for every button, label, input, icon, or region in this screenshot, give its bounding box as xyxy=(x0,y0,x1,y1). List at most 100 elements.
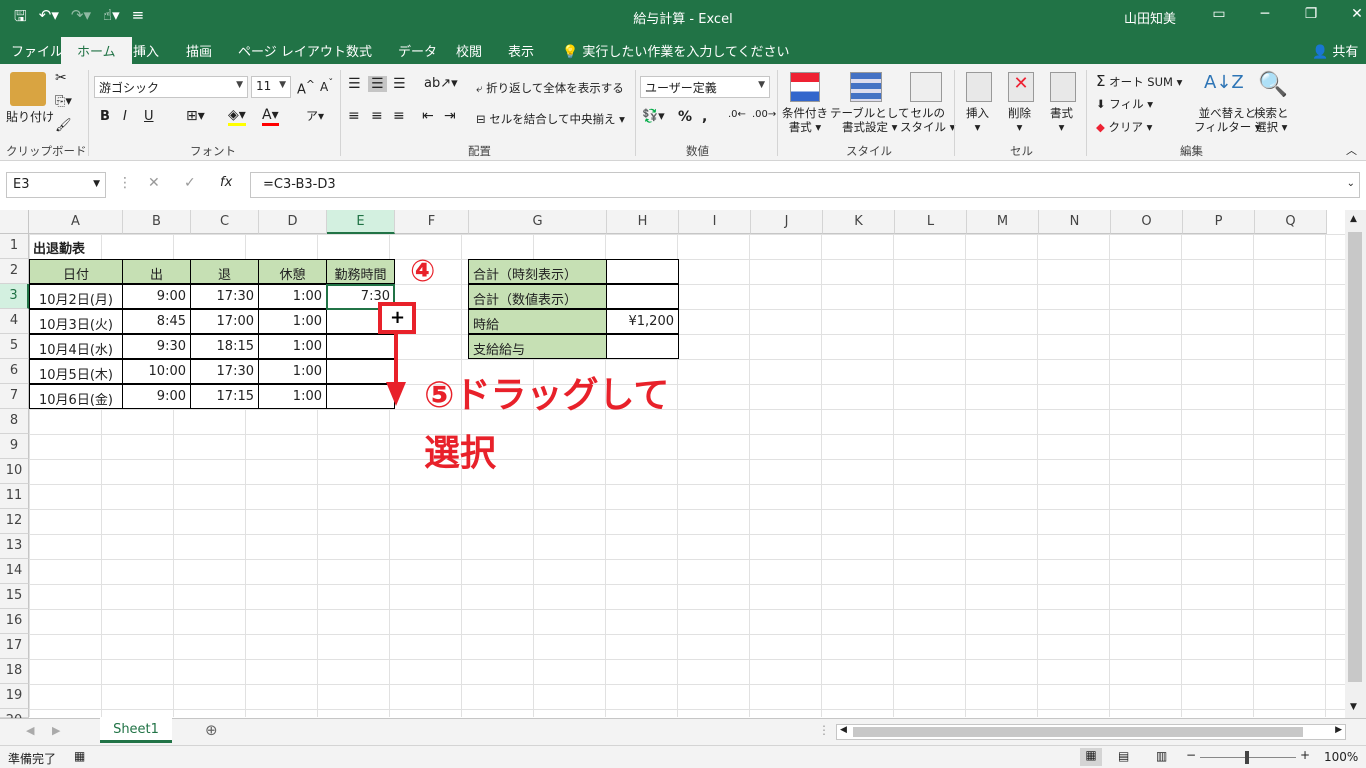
time-cell[interactable]: 17:30 xyxy=(190,359,259,384)
share-button[interactable]: 👤 共有 xyxy=(1312,41,1358,60)
fill-button[interactable]: ⬇ フィル ▾ xyxy=(1096,96,1153,112)
conditional-formatting-button[interactable]: 条件付き 書式 ▾ xyxy=(782,106,828,134)
time-cell[interactable]: 17:30 xyxy=(190,284,259,309)
row-header-13[interactable]: 13 xyxy=(0,534,29,559)
collapse-ribbon-icon[interactable]: ︿ xyxy=(1346,142,1357,158)
tab-insert[interactable]: 挿入 xyxy=(133,41,159,60)
align-bottom-icon[interactable]: ☰ xyxy=(393,76,406,92)
bold-button[interactable]: B xyxy=(100,109,110,124)
font-size-combo[interactable]: 11 ▼ xyxy=(251,76,291,98)
summary-label[interactable]: 合計（数値表示） xyxy=(468,284,607,309)
tab-page-layout[interactable]: ページ レイアウト xyxy=(238,41,346,60)
font-color-icon[interactable]: A▾ xyxy=(262,107,279,126)
font-name-combo[interactable]: 游ゴシック ▼ xyxy=(94,76,248,98)
row-header-12[interactable]: 12 xyxy=(0,509,29,534)
column-header-e[interactable]: E xyxy=(327,210,395,234)
tab-draw[interactable]: 描画 xyxy=(186,41,212,60)
date-cell[interactable]: 10月2日(月) xyxy=(29,284,123,309)
tab-home[interactable]: ホーム xyxy=(61,37,132,64)
zoom-level[interactable]: 100% xyxy=(1324,750,1358,764)
increase-decimal-icon[interactable]: .0← xyxy=(728,109,746,120)
time-cell[interactable]: 1:00 xyxy=(258,359,327,384)
time-cell[interactable] xyxy=(326,359,395,384)
row-header-19[interactable]: 19 xyxy=(0,684,29,709)
summary-value[interactable]: ¥1,200 xyxy=(606,309,679,334)
currency-icon[interactable]: 💱▾ xyxy=(642,109,665,124)
date-cell[interactable]: 10月6日(金) xyxy=(29,384,123,409)
comma-button[interactable]: , xyxy=(702,109,707,125)
cut-icon[interactable]: ✂ xyxy=(55,70,67,86)
normal-view-icon[interactable]: ▦ xyxy=(1080,748,1102,766)
row-header-15[interactable]: 15 xyxy=(0,584,29,609)
select-all-button[interactable] xyxy=(0,210,29,234)
wrap-text-button[interactable]: ⤶ 折り返して全体を表示する xyxy=(476,80,624,96)
delete-cells-button[interactable]: 削除 ▾ xyxy=(1008,106,1031,134)
paste-icon[interactable] xyxy=(10,72,46,106)
decrease-indent-icon[interactable]: ⇤ xyxy=(422,108,434,124)
zoom-slider-thumb[interactable] xyxy=(1245,751,1249,764)
zoom-out-icon[interactable]: − xyxy=(1186,748,1196,762)
row-header-7[interactable]: 7 xyxy=(0,384,29,409)
summary-value[interactable] xyxy=(606,284,679,309)
row-header-16[interactable]: 16 xyxy=(0,609,29,634)
time-cell[interactable]: 1:00 xyxy=(258,384,327,409)
row-header-1[interactable]: 1 xyxy=(0,234,29,259)
time-cell[interactable]: 9:00 xyxy=(122,384,191,409)
user-name[interactable]: 山田知美 xyxy=(1124,8,1176,27)
row-header-14[interactable]: 14 xyxy=(0,559,29,584)
time-cell[interactable]: 1:00 xyxy=(258,309,327,334)
next-sheet-icon[interactable]: ▶ xyxy=(52,724,60,737)
row-header-3[interactable]: 3 xyxy=(0,284,29,309)
sheet-tab-sheet1[interactable]: Sheet1 xyxy=(100,718,172,743)
time-cell[interactable] xyxy=(326,334,395,359)
formula-input[interactable]: =C3-B3-D3 ⌄ xyxy=(250,172,1360,198)
summary-value[interactable] xyxy=(606,259,679,284)
tab-file[interactable]: ファイル xyxy=(11,41,63,60)
cell-styles-button[interactable]: セルの スタイル ▾ xyxy=(900,106,955,134)
find-select-icon[interactable]: 🔍 xyxy=(1258,70,1288,98)
tab-data[interactable]: データ xyxy=(398,41,437,60)
format-as-table-icon[interactable] xyxy=(850,72,882,102)
name-box[interactable]: E3 ▼ xyxy=(6,172,106,198)
column-header-d[interactable]: D xyxy=(259,210,327,234)
row-header-5[interactable]: 5 xyxy=(0,334,29,359)
cancel-icon[interactable]: ✕ xyxy=(148,175,160,191)
header-work-hours[interactable]: 勤務時間 xyxy=(326,259,395,284)
tab-review[interactable]: 校閲 xyxy=(456,41,482,60)
header-in[interactable]: 出 xyxy=(122,259,191,284)
sort-filter-icon[interactable]: A↓Z xyxy=(1204,72,1244,93)
time-cell[interactable]: 17:00 xyxy=(190,309,259,334)
align-right-icon[interactable]: ≡ xyxy=(393,108,405,124)
summary-label[interactable]: 合計（時刻表示） xyxy=(468,259,607,284)
time-cell[interactable]: 9:00 xyxy=(122,284,191,309)
time-cell[interactable]: 1:00 xyxy=(258,334,327,359)
column-header-j[interactable]: J xyxy=(751,210,823,234)
row-header-6[interactable]: 6 xyxy=(0,359,29,384)
scroll-down-icon[interactable]: ▼ xyxy=(1350,702,1357,712)
insert-cells-button[interactable]: 挿入 ▾ xyxy=(966,106,989,134)
header-out[interactable]: 退 xyxy=(190,259,259,284)
sheet-title-cell[interactable]: 出退勤表 xyxy=(29,234,89,259)
format-as-table-button[interactable]: テーブルとして 書式設定 ▾ xyxy=(830,106,909,134)
zoom-in-icon[interactable]: + xyxy=(1300,748,1310,762)
restore-icon[interactable]: ❐ xyxy=(1288,6,1334,22)
column-header-h[interactable]: H xyxy=(607,210,679,234)
align-left-icon[interactable]: ≡ xyxy=(348,108,360,124)
time-cell[interactable]: 18:15 xyxy=(190,334,259,359)
scroll-up-icon[interactable]: ▲ xyxy=(1350,214,1357,224)
paste-button[interactable]: 貼り付け xyxy=(6,108,54,125)
copy-icon[interactable]: ⎘▾ xyxy=(55,94,72,109)
macro-record-icon[interactable]: ▦ xyxy=(74,749,85,763)
column-header-o[interactable]: O xyxy=(1111,210,1183,234)
autosum-button[interactable]: Σ オート SUM ▾ xyxy=(1096,72,1182,90)
column-header-a[interactable]: A xyxy=(29,210,123,234)
column-header-n[interactable]: N xyxy=(1039,210,1111,234)
delete-cells-icon[interactable]: ✕ xyxy=(1008,72,1034,102)
row-header-9[interactable]: 9 xyxy=(0,434,29,459)
prev-sheet-icon[interactable]: ◀ xyxy=(26,724,34,737)
vertical-scroll-thumb[interactable] xyxy=(1348,232,1362,682)
header-date[interactable]: 日付 xyxy=(29,259,123,284)
vertical-scrollbar[interactable]: ▲ ▼ xyxy=(1345,210,1366,718)
column-header-b[interactable]: B xyxy=(123,210,191,234)
grow-font-icon[interactable]: A^ xyxy=(297,78,315,97)
